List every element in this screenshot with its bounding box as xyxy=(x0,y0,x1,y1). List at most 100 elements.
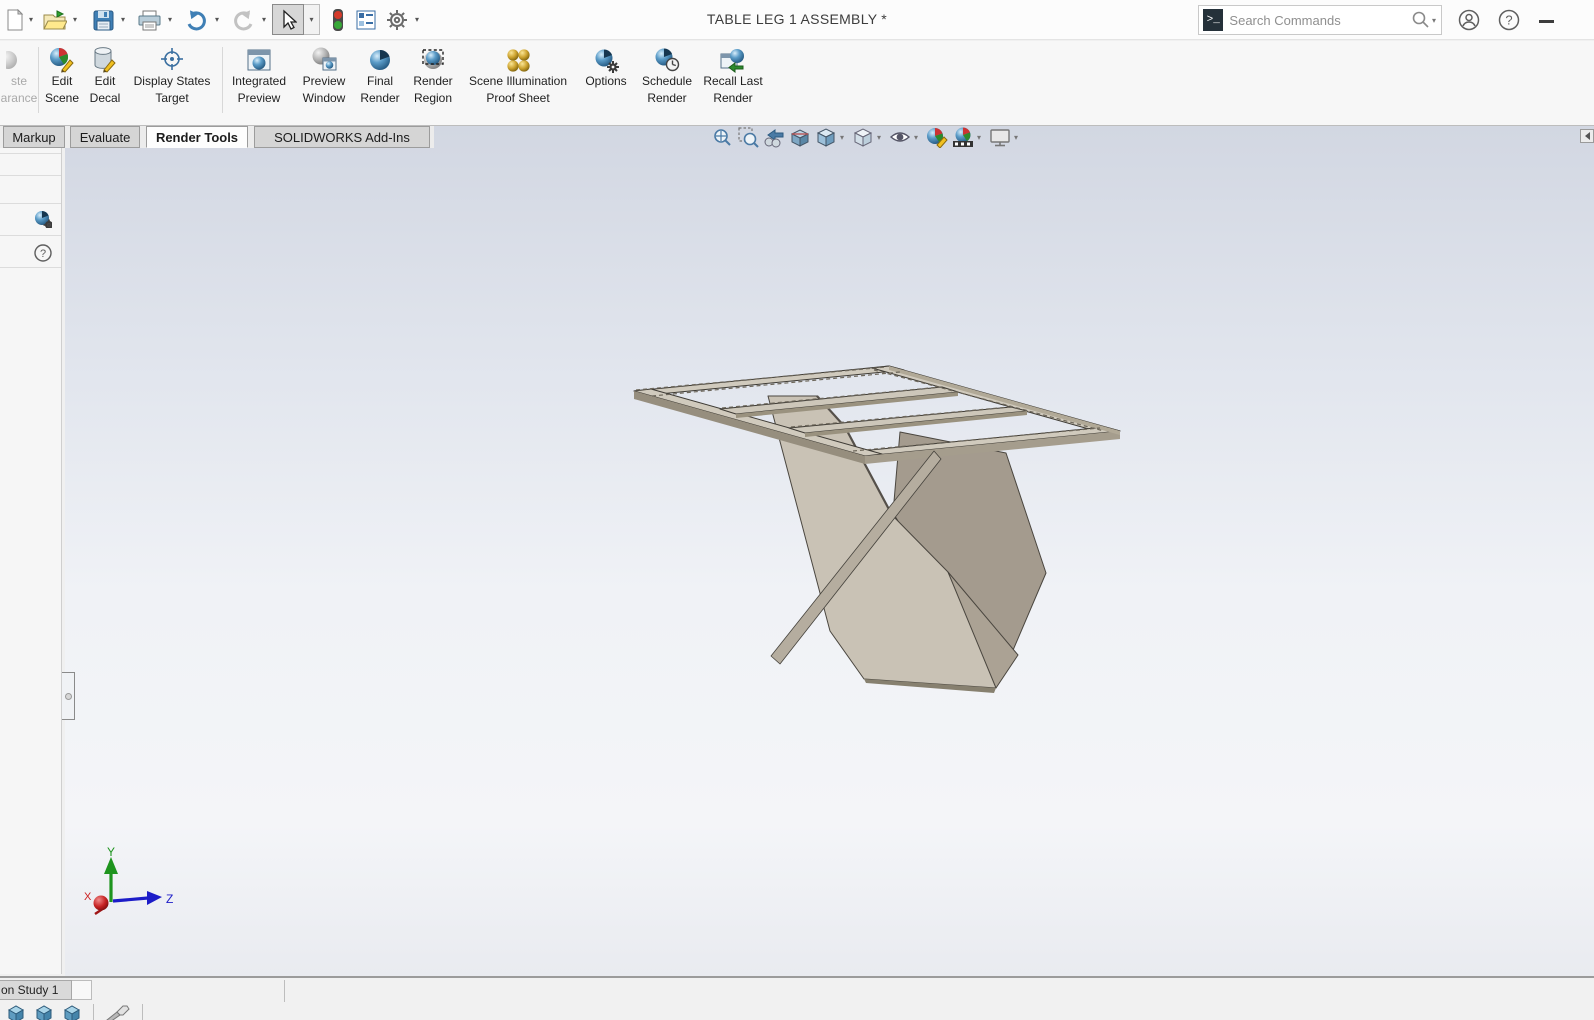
open-icon xyxy=(43,9,67,31)
motion-manager-bar: on Study 1 xyxy=(0,976,1594,1020)
ribbon-edit-scene-button[interactable]: Edit Scene xyxy=(44,45,80,107)
view-orientation-dropdown[interactable]: ▾ xyxy=(840,133,849,142)
edit-decal-icon xyxy=(91,46,119,73)
zoom-to-fit-button[interactable] xyxy=(710,125,734,149)
section-view-button[interactable] xyxy=(788,125,812,149)
previous-view-icon xyxy=(762,126,786,148)
open-dropdown[interactable]: ▾ xyxy=(70,15,80,24)
ribbon-scene-illumination-proof-sheet-button[interactable]: Scene Illumination Proof Sheet xyxy=(459,45,577,107)
recall-last-render-icon xyxy=(719,46,747,73)
ribbon-display-states-target-button[interactable]: Display States Target xyxy=(130,45,214,107)
minimize-button[interactable] xyxy=(1539,20,1554,23)
hide-show-eye-icon xyxy=(888,126,912,148)
motion-toolbar-separator xyxy=(142,1004,143,1020)
graphics-viewport[interactable]: Y Z X xyxy=(65,126,1594,976)
tab-evaluate[interactable]: Evaluate xyxy=(70,126,140,148)
render-region-icon xyxy=(419,46,447,73)
view-settings-dropdown[interactable]: ▾ xyxy=(1014,133,1023,142)
open-button[interactable] xyxy=(43,8,67,32)
ribbon-options-button[interactable]: Options xyxy=(580,45,632,90)
settings-gear-icon xyxy=(386,9,408,31)
view-orientation-icon xyxy=(814,126,838,148)
settings-button[interactable] xyxy=(385,8,409,32)
save-dropdown[interactable]: ▾ xyxy=(118,15,128,24)
select-cursor-icon xyxy=(279,9,297,31)
save-button[interactable] xyxy=(91,8,115,32)
panel-divider xyxy=(0,235,61,236)
new-document-button[interactable] xyxy=(3,8,27,32)
search-dropdown[interactable]: ▾ xyxy=(1432,16,1436,25)
display-states-target-icon xyxy=(158,46,186,73)
ribbon-recall-last-render-button[interactable]: Recall Last Render xyxy=(700,45,766,107)
final-render-icon xyxy=(367,47,393,73)
section-view-icon xyxy=(788,126,812,148)
model-cube-icon[interactable] xyxy=(62,1004,82,1020)
panel-help-icon[interactable]: ? xyxy=(34,244,52,262)
schedule-render-icon xyxy=(653,46,681,73)
collapse-pane-button[interactable] xyxy=(1580,129,1594,143)
print-button[interactable] xyxy=(137,8,161,32)
triad-x-label: X xyxy=(84,891,92,903)
ribbon-integrated-preview-button[interactable]: Integrated Preview xyxy=(227,45,291,107)
tab-markup[interactable]: Markup xyxy=(3,126,65,148)
ribbon-separator xyxy=(222,47,223,113)
view-traffic-light-button[interactable] xyxy=(326,8,350,32)
search-commands-box[interactable]: >_ ▾ xyxy=(1198,5,1442,35)
heads-up-view-toolbar: ▾ ▾ ▾ ▾ ▾ xyxy=(710,124,1023,150)
view-settings-button[interactable] xyxy=(988,125,1012,149)
tab-render-tools[interactable]: Render Tools xyxy=(146,126,248,148)
view-orientation-button[interactable] xyxy=(814,125,838,149)
svg-text:?: ? xyxy=(1505,13,1512,28)
display-pane-button[interactable] xyxy=(354,8,378,32)
model-cube-icon[interactable] xyxy=(34,1004,54,1020)
search-input[interactable] xyxy=(1223,13,1411,28)
ribbon-render-tools: ste arance Edit Scene Edit Decal Display… xyxy=(0,41,1594,126)
apply-scene-button[interactable] xyxy=(951,125,975,149)
settings-dropdown[interactable]: ▾ xyxy=(412,15,422,24)
ribbon-schedule-render-button[interactable]: Schedule Render xyxy=(636,45,698,107)
ribbon-final-render-button[interactable]: Final Render xyxy=(355,45,405,107)
display-style-button[interactable] xyxy=(851,125,875,149)
hide-show-items-button[interactable] xyxy=(888,125,912,149)
triad-z-label: Z xyxy=(166,892,173,906)
ribbon-render-region-button[interactable]: Render Region xyxy=(408,45,458,107)
motion-toolbar-separator xyxy=(93,1004,94,1020)
feature-manager-panel: ? xyxy=(0,148,62,974)
undo-button[interactable] xyxy=(185,8,209,32)
undo-dropdown[interactable]: ▾ xyxy=(212,15,222,24)
help-icon[interactable]: ? xyxy=(1498,9,1520,31)
zoom-to-fit-icon xyxy=(711,126,733,148)
user-account-icon[interactable] xyxy=(1458,9,1480,31)
motion-study-tab[interactable]: on Study 1 xyxy=(0,980,72,1000)
redo-button[interactable] xyxy=(231,8,255,32)
search-icon[interactable] xyxy=(1411,10,1430,30)
ribbon-paste-appearance-button: ste arance xyxy=(0,45,38,107)
ribbon-preview-window-button[interactable]: Preview Window xyxy=(294,45,354,107)
hide-show-dropdown[interactable]: ▾ xyxy=(914,133,923,142)
select-tool-button[interactable] xyxy=(272,4,304,35)
model-cube-icon[interactable] xyxy=(6,1004,26,1020)
display-style-icon xyxy=(851,126,875,148)
apply-scene-dropdown[interactable]: ▾ xyxy=(977,133,986,142)
edit-appearance-button[interactable] xyxy=(925,125,949,149)
select-tool-dropdown[interactable]: ▾ xyxy=(304,4,320,35)
motion-divider xyxy=(284,980,285,1002)
tool-screwdriver-icon[interactable] xyxy=(105,1004,131,1020)
previous-view-button[interactable] xyxy=(762,125,786,149)
display-style-dropdown[interactable]: ▾ xyxy=(877,133,886,142)
panel-flyout-handle[interactable] xyxy=(62,672,75,720)
new-document-dropdown[interactable]: ▾ xyxy=(26,15,36,24)
ribbon-edit-decal-button[interactable]: Edit Decal xyxy=(87,45,123,107)
scene-illumination-proof-sheet-icon xyxy=(505,47,531,73)
redo-dropdown[interactable]: ▾ xyxy=(259,15,269,24)
print-icon xyxy=(138,10,161,31)
tab-solidworks-add-ins[interactable]: SOLIDWORKS Add-Ins xyxy=(254,126,430,148)
display-list-icon xyxy=(356,10,376,30)
render-options-panel-icon[interactable] xyxy=(34,210,52,228)
preview-window-icon xyxy=(310,46,338,73)
svg-text:?: ? xyxy=(40,248,46,260)
print-dropdown[interactable]: ▾ xyxy=(165,15,175,24)
solidworks-window: ▾ ▾ ▾ ▾ ▾ ▾ ▾ xyxy=(0,0,1594,1020)
edit-appearance-icon xyxy=(925,126,949,148)
zoom-to-area-button[interactable] xyxy=(736,125,760,149)
